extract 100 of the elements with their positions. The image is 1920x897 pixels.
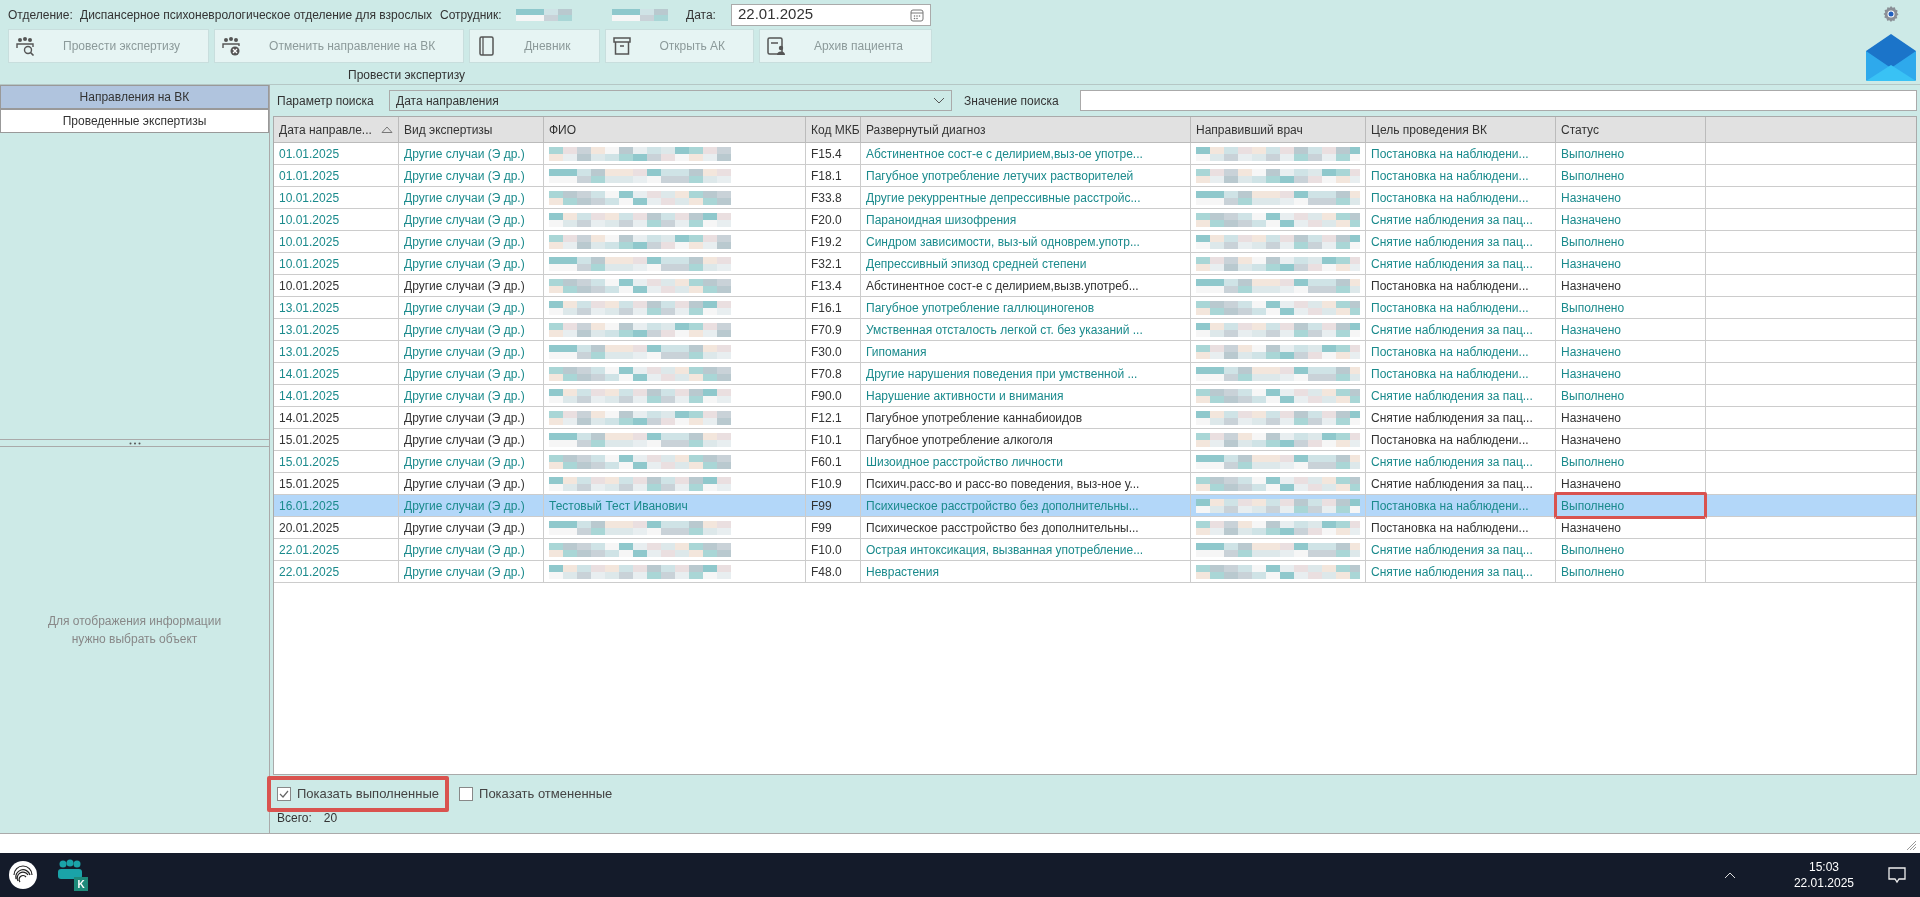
grip-handle-icon[interactable] — [128, 441, 141, 445]
table-cell: Назначено — [1556, 341, 1706, 362]
column-header[interactable]: Цель проведения ВК — [1366, 117, 1556, 142]
table-row[interactable]: 14.01.2025 Другие случаи (Э др.) F12.1 Пагубное употребление каннабиоидов Снятие наблюдения за пац... Назначено — [274, 407, 1916, 429]
table-row[interactable]: 20.01.2025 Другие случаи (Э др.) F99 Психическое расстройство без дополнительны... Постановка на наблюдени... Назначено — [274, 517, 1916, 539]
table-cell: 14.01.2025 — [274, 407, 399, 428]
table-cell: Снятие наблюдения за пац... — [1366, 209, 1556, 230]
column-header[interactable]: Развернутый диагноз — [861, 117, 1191, 142]
table-row[interactable]: 13.01.2025 Другие случаи (Э др.) F70.9 Умственная отсталость легкой ст. без указаний ... Снятие наблюдения за пац... Назначено — [274, 319, 1916, 341]
column-header[interactable]: Статус — [1556, 117, 1706, 142]
table-cell: Депрессивный эпизод средней степени — [861, 253, 1191, 274]
settings-icon[interactable] — [1882, 5, 1900, 23]
table-row[interactable]: 15.01.2025 Другие случаи (Э др.) F10.1 Пагубное употребление алкоголя Постановка на наблюдени... Назначено — [274, 429, 1916, 451]
department-label: Отделение: — [8, 6, 74, 24]
table-row[interactable]: 01.01.2025 Другие случаи (Э др.) F15.4 Абстинентное сост-е с делирием,выз-ое употре... Постановка на наблюдени... Выполнено — [274, 143, 1916, 165]
people-remove-icon — [221, 36, 242, 57]
notification-icon[interactable] — [1888, 866, 1906, 884]
table-row[interactable]: 10.01.2025 Другие случаи (Э др.) F33.8 Другие рекуррентные депрессивные расстройс... Постановка на наблюдени... Назначено — [274, 187, 1916, 209]
column-header[interactable]: Дата направле... — [274, 117, 399, 142]
table-cell: 10.01.2025 — [274, 253, 399, 274]
table-cell: Другие случаи (Э др.) — [399, 517, 544, 538]
table-cell: Назначено — [1556, 517, 1706, 538]
table-row[interactable]: 10.01.2025 Другие случаи (Э др.) F20.0 Параноидная шизофрения Снятие наблюдения за пац... Назначено — [274, 209, 1916, 231]
table-row[interactable]: 14.01.2025 Другие случаи (Э др.) F70.8 Другие нарушения поведения при умственной ... Постановка на наблюдени... Назначено — [274, 363, 1916, 385]
table-row[interactable]: 22.01.2025 Другие случаи (Э др.) F48.0 Неврастения Снятие наблюдения за пац... Выполнено — [274, 561, 1916, 583]
column-header[interactable]: ФИО — [544, 117, 806, 142]
table-cell: F99 — [806, 517, 861, 538]
table-cell: Постановка на наблюдени... — [1366, 341, 1556, 362]
panel-tab[interactable]: Направления на ВК — [0, 85, 269, 109]
table-cell: Другие нарушения поведения при умственной ... — [861, 363, 1191, 384]
checkbox-option[interactable]: Показать выполненные — [267, 776, 450, 812]
table-cell: Выполнено — [1556, 143, 1706, 164]
table-cell: Другие случаи (Э др.) — [399, 319, 544, 340]
table-row[interactable]: 15.01.2025 Другие случаи (Э др.) F60.1 Шизоидное расстройство личности Снятие наблюдения за пац... Выполнено — [274, 451, 1916, 473]
checkbox[interactable] — [277, 787, 291, 801]
table-row[interactable]: 01.01.2025 Другие случаи (Э др.) F18.1 Пагубное употребление летучих растворителей Постановка на наблюдени... Выполнено — [274, 165, 1916, 187]
table-cell: Постановка на наблюдени... — [1366, 297, 1556, 318]
table-cell: F16.1 — [806, 297, 861, 318]
table-cell: Постановка на наблюдени... — [1366, 429, 1556, 450]
table-cell: Постановка на наблюдени... — [1366, 275, 1556, 296]
table-row[interactable]: 22.01.2025 Другие случаи (Э др.) F10.0 Острая интоксикация, вызванная употребление... Снятие наблюдения за пац... Выполнено — [274, 539, 1916, 561]
table-row[interactable]: 13.01.2025 Другие случаи (Э др.) F16.1 Пагубное употребление галлюциногенов Постановка на наблюдени... Выполнено — [274, 297, 1916, 319]
table-row[interactable]: 10.01.2025 Другие случаи (Э др.) F13.4 Абстинентное сост-е с делирием,вызв.употреб... Постановка на наблюдени... Назначено — [274, 275, 1916, 297]
column-header[interactable]: Направивший врач — [1191, 117, 1366, 142]
table-cell: 01.01.2025 — [274, 143, 399, 164]
table-cell: 15.01.2025 — [274, 451, 399, 472]
table-cell: Снятие наблюдения за пац... — [1366, 539, 1556, 560]
table-cell: Снятие наблюдения за пац... — [1366, 319, 1556, 340]
table-cell: Выполнено — [1556, 165, 1706, 186]
table-cell: Пагубное употребление галлюциногенов — [861, 297, 1191, 318]
table-cell: Тестовый Тест Иванович — [544, 495, 806, 516]
fingerprint-icon[interactable] — [8, 860, 38, 890]
table-cell: Выполнено — [1556, 385, 1706, 406]
column-header[interactable]: Код МКБ — [806, 117, 861, 142]
table-cell: 15.01.2025 — [274, 429, 399, 450]
table-cell: Пагубное употребление каннабиоидов — [861, 407, 1191, 428]
person-card-icon — [766, 36, 786, 57]
empty-message: Для отображения информации нужно выбрать объект — [46, 613, 223, 648]
table-cell: 22.01.2025 — [274, 539, 399, 560]
table-cell: Другие случаи (Э др.) — [399, 341, 544, 362]
mail-icon[interactable] — [1866, 34, 1916, 81]
search-parameter-dropdown[interactable]: Дата направления — [389, 90, 952, 111]
table-cell: F18.1 — [806, 165, 861, 186]
clock[interactable]: 15:03 22.01.2025 — [1793, 859, 1854, 891]
table-cell: Другие случаи (Э др.) — [399, 165, 544, 186]
calendar-icon — [910, 7, 924, 22]
table-cell: Постановка на наблюдени... — [1366, 143, 1556, 164]
table-cell: Назначено — [1556, 253, 1706, 274]
table-cell: F12.1 — [806, 407, 861, 428]
checkbox[interactable] — [459, 787, 474, 801]
table-cell: Выполнено — [1556, 451, 1706, 472]
department-name: Диспансерное психоневрологическое отделение для взрослых — [80, 6, 434, 24]
blurred-text-drawing — [516, 8, 572, 21]
table-cell: F90.0 — [806, 385, 861, 406]
table-cell: F48.0 — [806, 561, 861, 582]
table-cell: Снятие наблюдения за пац... — [1366, 473, 1556, 494]
table-row[interactable]: 13.01.2025 Другие случаи (Э др.) F30.0 Гипомания Постановка на наблюдени... Назначено — [274, 341, 1916, 363]
chevron-up-icon[interactable] — [1723, 871, 1736, 879]
chevron-down-icon — [933, 97, 945, 104]
column-header[interactable]: Вид экспертизы — [399, 117, 544, 142]
table-row[interactable]: 10.01.2025 Другие случаи (Э др.) F19.2 Синдром зависимости, выз-ый одноврем.употр... Снятие наблюдения за пац... Выполнено — [274, 231, 1916, 253]
checkbox-option[interactable]: Показать отмененные — [449, 776, 623, 812]
table-row[interactable]: 14.01.2025 Другие случаи (Э др.) F90.0 Нарушение активности и внимания Снятие наблюдения за пац... Выполнено — [274, 385, 1916, 407]
book-icon — [476, 36, 497, 57]
table-row[interactable]: 15.01.2025 Другие случаи (Э др.) F10.9 Психич.расс-во и расс-во поведения, выз-ное у... Снятие наблюдения за пац... Назначено — [274, 473, 1916, 495]
table-cell: 10.01.2025 — [274, 209, 399, 230]
table-cell: Назначено — [1556, 275, 1706, 296]
table-cell: Снятие наблюдения за пац... — [1366, 385, 1556, 406]
app-badge: K — [74, 877, 88, 891]
resize-grip-icon[interactable] — [1906, 840, 1917, 851]
search-value-field[interactable] — [1080, 90, 1917, 111]
date-field[interactable]: 22.01.2025 — [731, 3, 931, 26]
table-row[interactable]: 16.01.2025 Другие случаи (Э др.) Тестовый Тест Иванович F99 Психическое расстройство без дополнительны... Постановка на наблюдени... Выполнено — [274, 495, 1916, 517]
table-cell: Другие случаи (Э др.) — [399, 209, 544, 230]
table-cell: Другие случаи (Э др.) — [399, 231, 544, 252]
table-cell: Снятие наблюдения за пац... — [1366, 451, 1556, 472]
people-search-icon — [15, 36, 35, 57]
table-row[interactable]: 10.01.2025 Другие случаи (Э др.) F32.1 Депрессивный эпизод средней степени Снятие наблюдения за пац... Назначено — [274, 253, 1916, 275]
table-cell: F60.1 — [806, 451, 861, 472]
panel-tab[interactable]: Проведенные экспертизы — [0, 109, 269, 133]
